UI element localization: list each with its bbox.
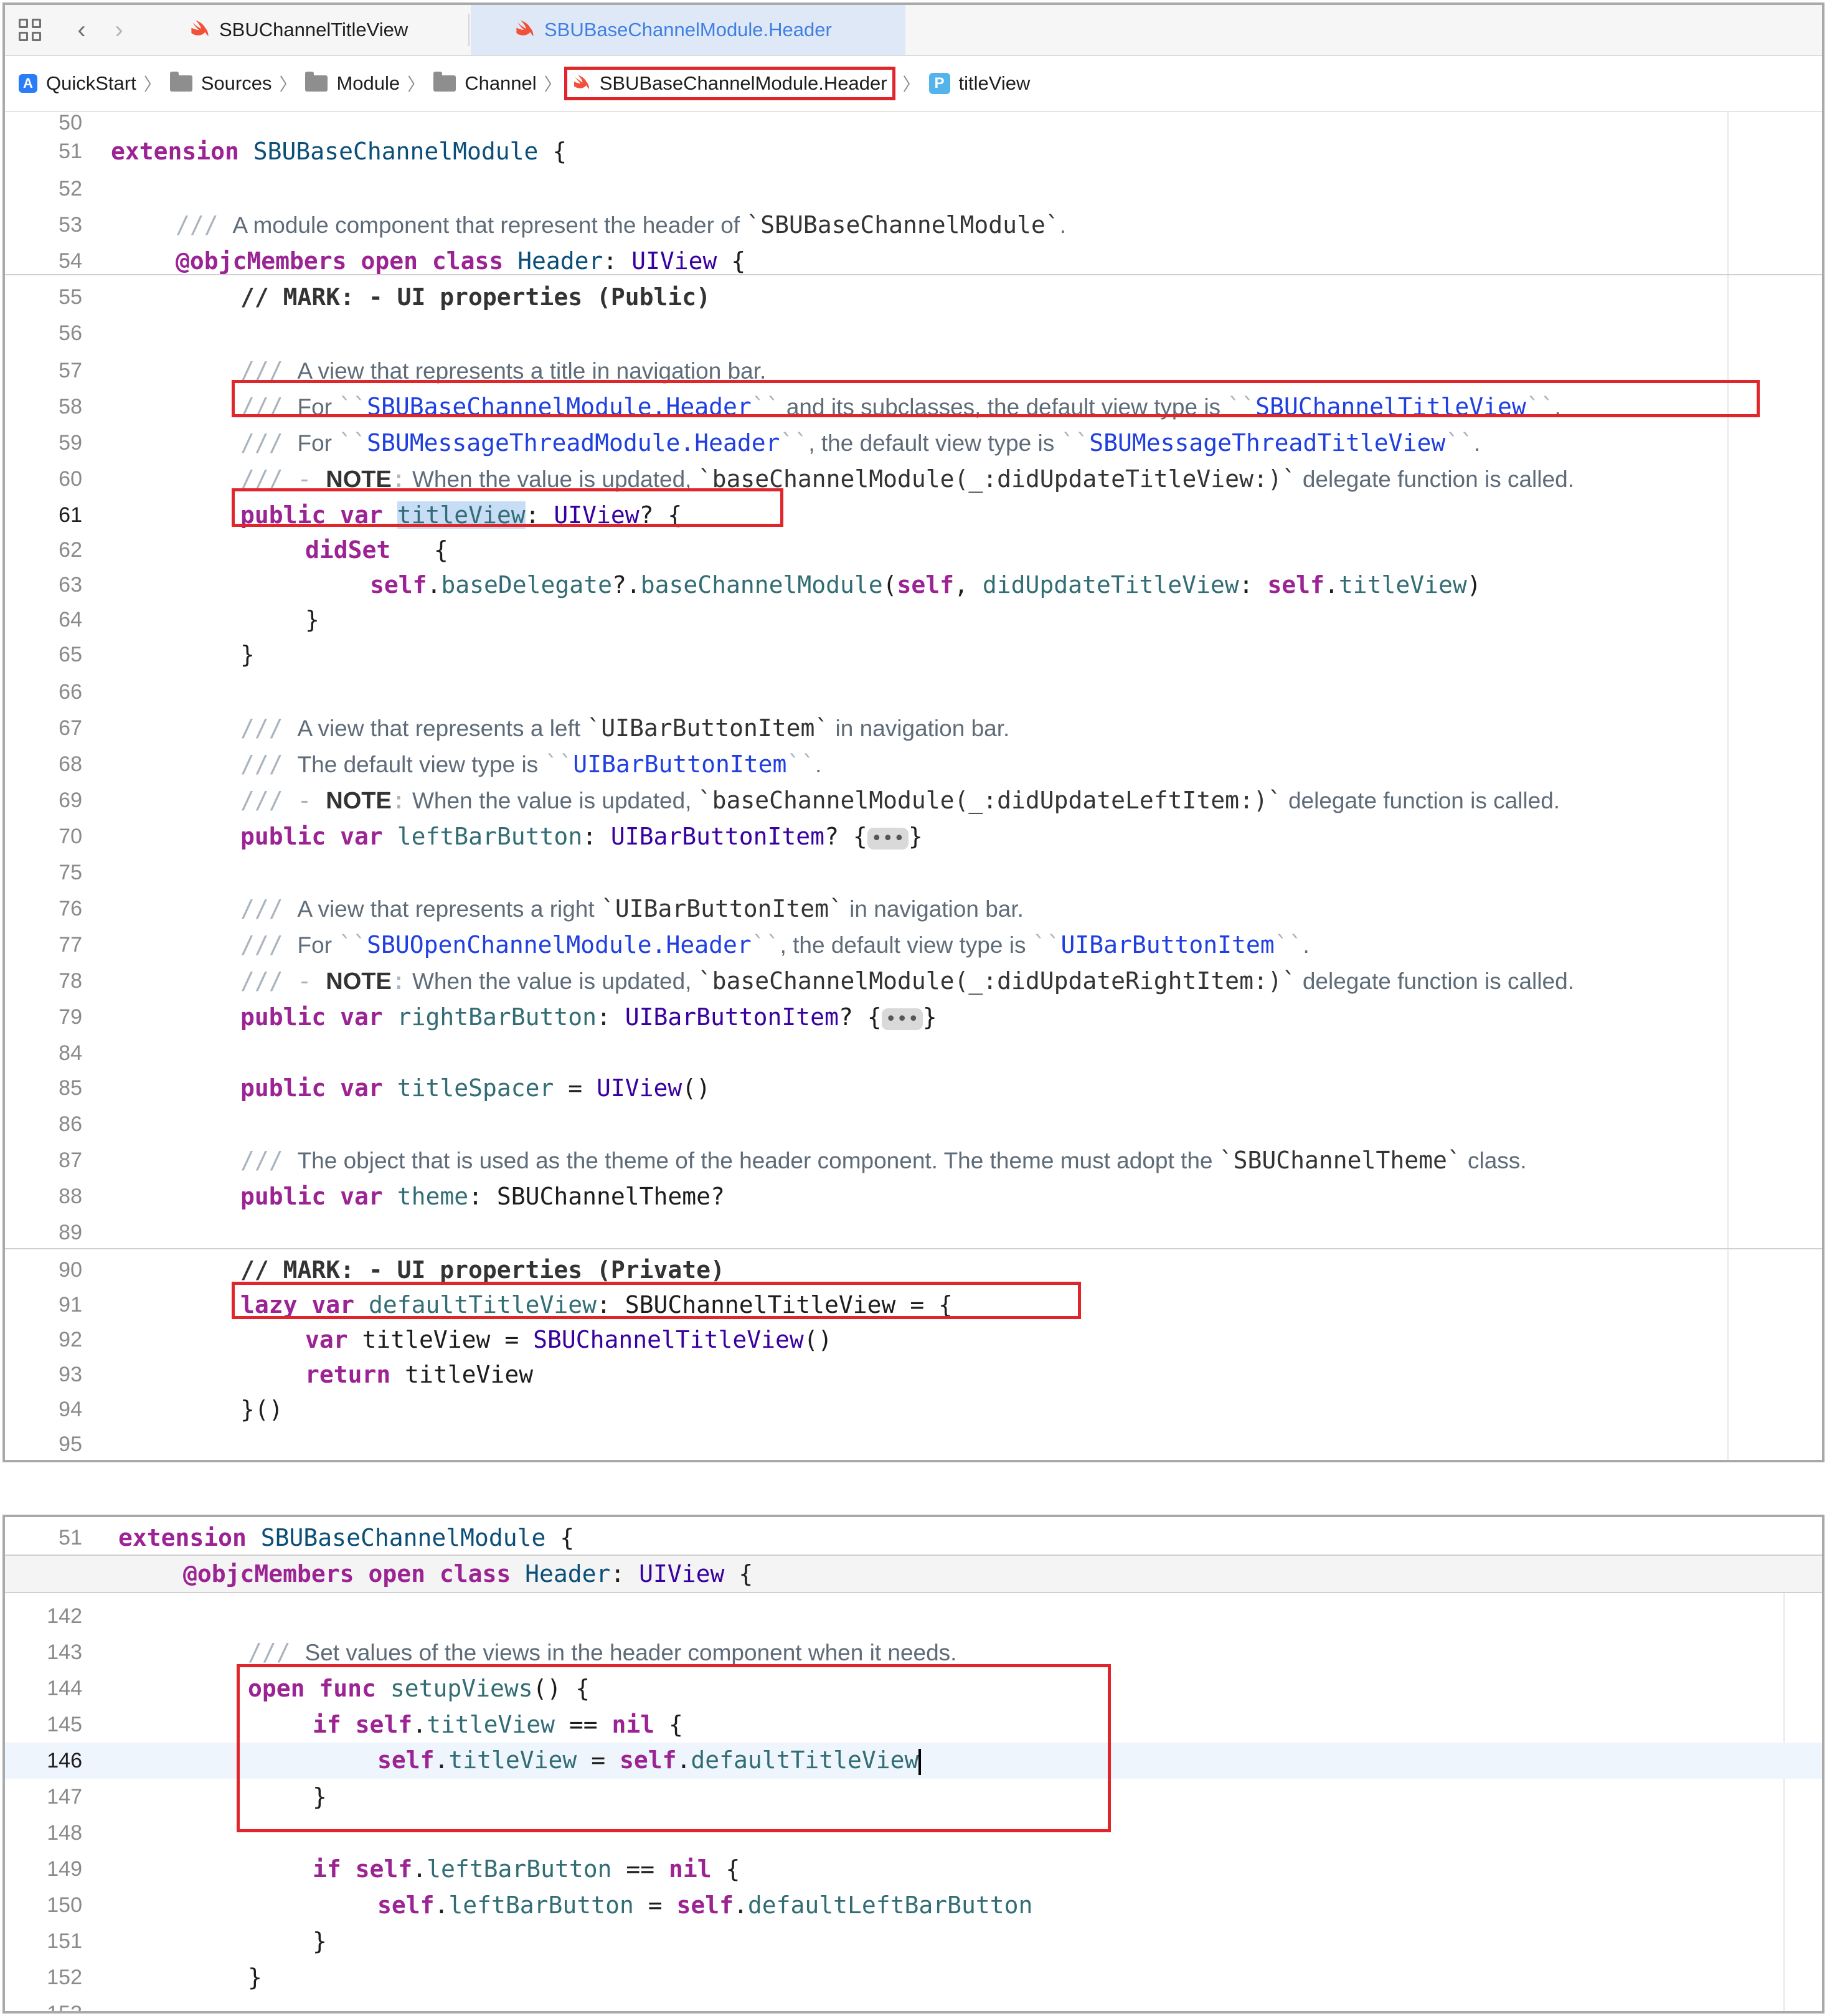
- tab-bar: ‹ › SBUChannelTitleView SBUBaseChannelMo…: [5, 5, 1822, 56]
- line-number: 75: [59, 860, 82, 884]
- chevron-right-icon: 〉: [902, 75, 920, 94]
- code-line: /// A module component that represent th…: [176, 211, 1066, 239]
- breadcrumb-label: SBUBaseChannelModule.Header: [599, 72, 887, 94]
- jump-bar: A QuickStart 〉 Sources 〉 Module 〉 Channe…: [5, 56, 1822, 112]
- code-line: }: [313, 1783, 327, 1810]
- code-line: // MARK: - UI properties (Private): [240, 1256, 725, 1284]
- chevron-right-icon: 〉: [143, 75, 161, 94]
- breadcrumb-module[interactable]: Module: [305, 72, 400, 95]
- tab-divider: [468, 14, 470, 46]
- code-line: }(): [240, 1396, 283, 1423]
- folded-code-button[interactable]: •••: [867, 828, 909, 849]
- line-number: 153: [47, 2001, 82, 2014]
- code-line: /// - NOTE: When the value is updated, `…: [240, 465, 1574, 493]
- breadcrumb-titleview[interactable]: P titleView: [928, 72, 1031, 95]
- tab-label: SBUBaseChannelModule.Header: [544, 19, 832, 40]
- line-number: 52: [59, 176, 82, 201]
- code-line: self.titleView = self.defaultTitleView: [5, 1743, 1822, 1779]
- code-line: extension SBUBaseChannelModule {: [118, 1524, 575, 1551]
- code-line: /// A view that represents a title in na…: [240, 357, 767, 384]
- swift-file-icon: [191, 20, 209, 37]
- breadcrumb-channel[interactable]: Channel: [433, 72, 537, 95]
- folder-icon: [433, 72, 456, 92]
- code-line: if self.leftBarButton == nil {: [313, 1855, 740, 1883]
- line-number: 95: [59, 1432, 82, 1456]
- section-divider: [5, 1248, 1822, 1249]
- tab-label: SBUChannelTitleView: [219, 19, 408, 40]
- related-items-icon[interactable]: [16, 16, 44, 44]
- line-number: 86: [59, 1112, 82, 1136]
- code-line: }: [313, 1928, 327, 1955]
- code-line: self.baseDelegate?.baseChannelModule(sel…: [370, 571, 1481, 599]
- line-number: 84: [59, 1041, 82, 1065]
- code-line: /// The object that is used as the theme…: [240, 1147, 1527, 1174]
- forward-chevron-icon[interactable]: ›: [110, 16, 128, 44]
- chevron-right-icon: 〉: [544, 75, 562, 94]
- tab-sbu-channel-title-view[interactable]: SBUChannelTitleView: [187, 5, 473, 55]
- line-number: 66: [59, 679, 82, 704]
- breadcrumb-label: titleView: [958, 72, 1031, 94]
- folded-code-button[interactable]: •••: [881, 1008, 923, 1030]
- breadcrumb-label: Module: [336, 72, 400, 94]
- sticky-header-divider: [5, 274, 1822, 275]
- code-line: public var titleView: UIView? {: [240, 501, 682, 529]
- sticky-header-divider: [5, 1592, 1822, 1593]
- editor-panel-bottom: 5154142143144145146147148149150151152153…: [2, 1515, 1825, 2014]
- breadcrumb-sources[interactable]: Sources: [169, 72, 272, 95]
- code-line: /// A view that represents a right `UIBa…: [240, 895, 1024, 922]
- code-line: /// - NOTE: When the value is updated, `…: [240, 967, 1574, 995]
- tab-sbu-base-channel-module-header[interactable]: SBUBaseChannelModule.Header: [471, 5, 905, 55]
- code-line: return titleView: [305, 1361, 534, 1388]
- code-line: public var rightBarButton: UIBarButtonIt…: [240, 1003, 937, 1031]
- code-line: /// For ``SBUMessageThreadModule.Header`…: [240, 429, 1481, 457]
- code-line: public var leftBarButton: UIBarButtonIte…: [240, 823, 923, 850]
- code-line: /// For ``SBUOpenChannelModule.Header``,…: [240, 931, 1310, 958]
- code-line: open func setupViews() {: [248, 1675, 590, 1702]
- code-line: public var theme: SBUChannelTheme?: [240, 1183, 725, 1210]
- code-line: if self.titleView == nil {: [313, 1711, 683, 1738]
- breadcrumb-label: Channel: [465, 72, 537, 94]
- back-chevron-icon[interactable]: ‹: [72, 16, 91, 44]
- code-line: @objcMembers open class Header: UIView {: [5, 1556, 1822, 1592]
- code-line: /// - NOTE: When the value is updated, `…: [240, 786, 1560, 814]
- breadcrumb-label: QuickStart: [46, 72, 136, 94]
- code-line: }: [240, 641, 255, 668]
- code-line: /// A view that represents a left `UIBar…: [240, 714, 1010, 742]
- code-line: didSet {: [305, 536, 448, 564]
- chevron-right-icon: 〉: [407, 75, 425, 94]
- code-line: /// For ``SBUBaseChannelModule.Header`` …: [240, 393, 1561, 420]
- folder-icon: [305, 72, 328, 92]
- property-icon: P: [928, 73, 950, 94]
- code-line: }: [248, 1964, 262, 1991]
- code-line: public var titleSpacer = UIView(): [240, 1074, 711, 1102]
- swift-file-icon: [516, 20, 534, 37]
- breadcrumb-header-file[interactable]: SBUBaseChannelModule.Header: [564, 67, 895, 100]
- line-number: 56: [59, 321, 82, 345]
- code-line: }: [305, 606, 319, 633]
- code-line: self.leftBarButton = self.defaultLeftBar…: [377, 1891, 1033, 1919]
- chevron-right-icon: 〉: [279, 75, 297, 94]
- app-project-icon: A: [19, 74, 37, 93]
- swift-file-icon: [574, 75, 589, 89]
- code-editor[interactable]: 50 51 52 53 54 55 56 57 58 59 60 61 62 63 64 65 66 67 68 69…: [5, 111, 1822, 1460]
- code-line: extension SBUBaseChannelModule {: [111, 138, 567, 165]
- folder-icon: [169, 72, 192, 92]
- code-line: // MARK: - UI properties (Public): [240, 283, 710, 311]
- breadcrumb-quickstart[interactable]: A QuickStart: [19, 72, 136, 95]
- code-line: /// Set values of the views in the heade…: [248, 1639, 957, 1666]
- code-line: var titleView = SBUChannelTitleView(): [305, 1326, 833, 1353]
- code-line: /// The default view type is ``UIBarButt…: [240, 750, 822, 778]
- editor-panel-top: ‹ › SBUChannelTitleView SBUBaseChannelMo…: [2, 2, 1825, 1462]
- line-number: 142: [47, 1604, 82, 1628]
- code-line: lazy var defaultTitleView: SBUChannelTit…: [240, 1291, 953, 1318]
- line-number: 148: [47, 1820, 82, 1845]
- code-editor[interactable]: 5154142143144145146147148149150151152153…: [5, 1517, 1822, 2011]
- breadcrumb-label: Sources: [201, 72, 272, 94]
- text-cursor: [918, 1748, 922, 1775]
- line-number: 89: [59, 1220, 82, 1244]
